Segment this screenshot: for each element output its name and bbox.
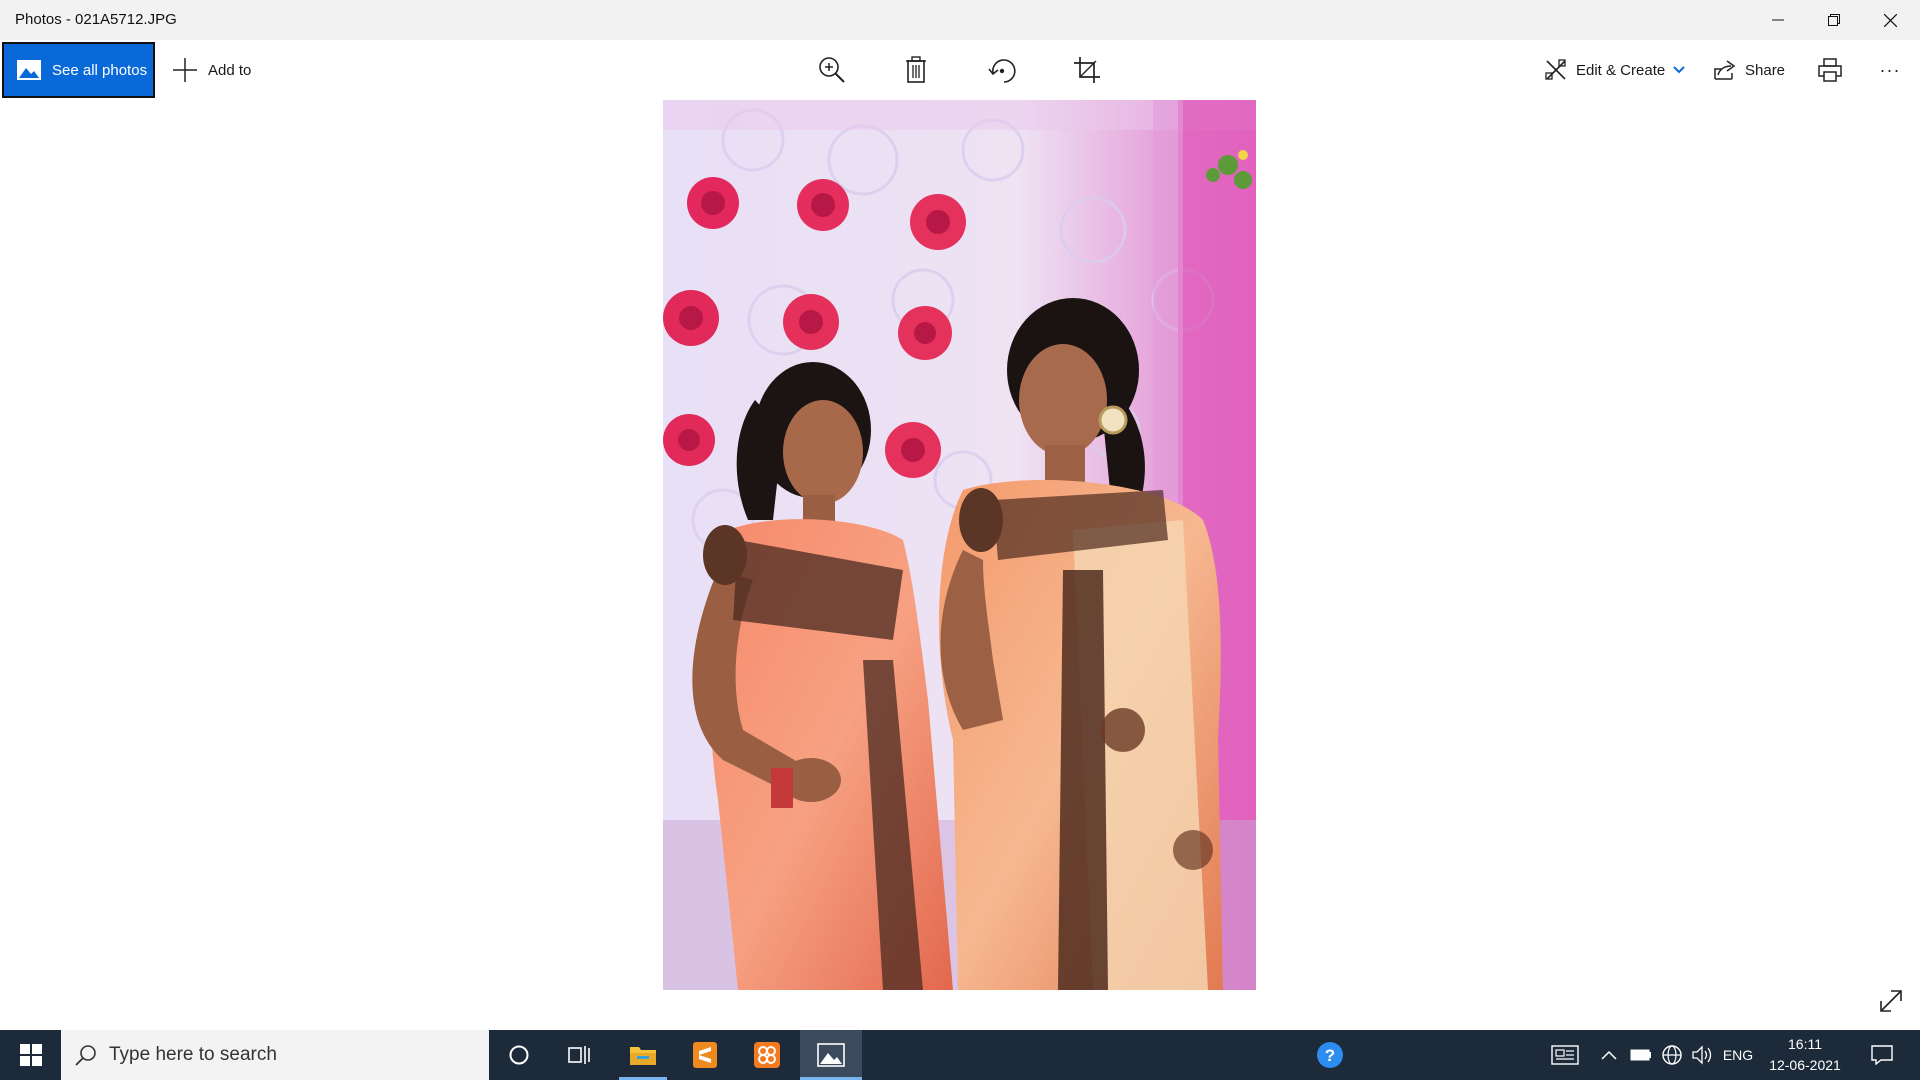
sublime-text-button[interactable] <box>680 1030 730 1080</box>
add-to-button[interactable]: Add to <box>172 50 251 90</box>
photos-app-icon <box>817 1043 845 1067</box>
search-placeholder: Type here to search <box>109 1044 277 1065</box>
zoom-button[interactable] <box>812 50 852 90</box>
minimize-button[interactable] <box>1750 0 1806 40</box>
restore-icon <box>1828 14 1840 26</box>
see-all-photos-label: See all photos <box>52 61 148 79</box>
edit-create-button[interactable]: Edit & Create <box>1545 50 1685 90</box>
add-to-label: Add to <box>208 61 252 79</box>
cortana-circle-icon <box>509 1045 529 1065</box>
volume-button[interactable] <box>1689 1030 1715 1080</box>
help-button[interactable]: ? <box>1310 1030 1350 1080</box>
news-icon <box>1551 1045 1579 1065</box>
expand-icon <box>1880 990 1902 1012</box>
clock-button[interactable]: 16:11 12-06-2021 <box>1760 1030 1850 1080</box>
rotate-icon <box>988 59 1016 83</box>
rotate-button[interactable] <box>982 50 1022 90</box>
show-hidden-icons-button[interactable] <box>1598 1030 1620 1080</box>
start-button[interactable] <box>0 1030 61 1080</box>
task-view-icon <box>568 1046 590 1064</box>
close-button[interactable] <box>1862 0 1918 40</box>
photo-image <box>663 100 1256 990</box>
language-indicator: ENG <box>1722 1047 1754 1063</box>
svg-text:?: ? <box>1325 1046 1335 1065</box>
sublime-text-icon <box>693 1042 717 1068</box>
news-widget-button[interactable] <box>1548 1030 1582 1080</box>
chevron-up-icon <box>1601 1050 1617 1060</box>
xampp-icon <box>754 1042 780 1068</box>
notification-icon <box>1871 1045 1893 1065</box>
taskbar-search-box[interactable]: Type here to search <box>61 1030 489 1080</box>
fullscreen-button[interactable] <box>1874 984 1908 1018</box>
xampp-button[interactable] <box>742 1030 792 1080</box>
print-button[interactable] <box>1810 50 1850 90</box>
windows-logo-icon <box>19 1044 42 1066</box>
network-button[interactable] <box>1659 1030 1685 1080</box>
battery-button[interactable] <box>1628 1030 1654 1080</box>
help-icon: ? <box>1317 1042 1343 1068</box>
close-icon <box>1883 13 1897 27</box>
cortana-button[interactable] <box>495 1030 543 1080</box>
notifications-button[interactable] <box>1862 1030 1902 1080</box>
share-label: Share <box>1745 61 1786 79</box>
task-view-button[interactable] <box>555 1030 605 1080</box>
restore-button[interactable] <box>1806 0 1862 40</box>
globe-icon <box>1662 1045 1682 1065</box>
photo-display[interactable] <box>663 100 1256 990</box>
plus-icon <box>172 57 198 83</box>
edit-create-icon <box>1545 59 1567 81</box>
window-title: Photos - 021A5712.JPG <box>15 11 177 28</box>
zoom-in-icon <box>819 57 845 83</box>
photo-gallery-icon <box>16 59 42 81</box>
see-all-photos-button[interactable]: See all photos <box>2 42 155 98</box>
edit-create-label: Edit & Create <box>1576 61 1666 79</box>
speaker-icon <box>1692 1045 1712 1065</box>
clock-time: 16:11 <box>1788 1036 1822 1052</box>
print-icon <box>1818 58 1842 82</box>
battery-icon <box>1630 1049 1651 1061</box>
more-options-button[interactable]: ··· <box>1870 50 1910 90</box>
delete-button[interactable] <box>896 50 936 90</box>
crop-icon <box>1074 57 1100 83</box>
share-icon <box>1714 60 1736 80</box>
minimize-icon <box>1772 19 1784 21</box>
title-bar: Photos - 021A5712.JPG <box>0 0 1920 40</box>
chevron-down-icon <box>1673 66 1685 74</box>
file-explorer-button[interactable] <box>618 1030 668 1080</box>
more-options-label: ··· <box>1879 59 1901 80</box>
search-icon <box>75 1044 97 1066</box>
photos-app-button[interactable] <box>800 1030 862 1080</box>
app-toolbar: See all photos Add to Edit & Create Shar… <box>0 40 1920 100</box>
input-language-button[interactable]: ENG <box>1720 1030 1756 1080</box>
clock-date: 12-06-2021 <box>1769 1057 1841 1073</box>
delete-icon <box>906 56 926 83</box>
taskbar: Type here to search ? ENG 16:11 12-06-20… <box>0 1030 1920 1080</box>
crop-button[interactable] <box>1067 50 1107 90</box>
file-explorer-icon <box>630 1047 656 1065</box>
share-button[interactable]: Share <box>1714 50 1785 90</box>
